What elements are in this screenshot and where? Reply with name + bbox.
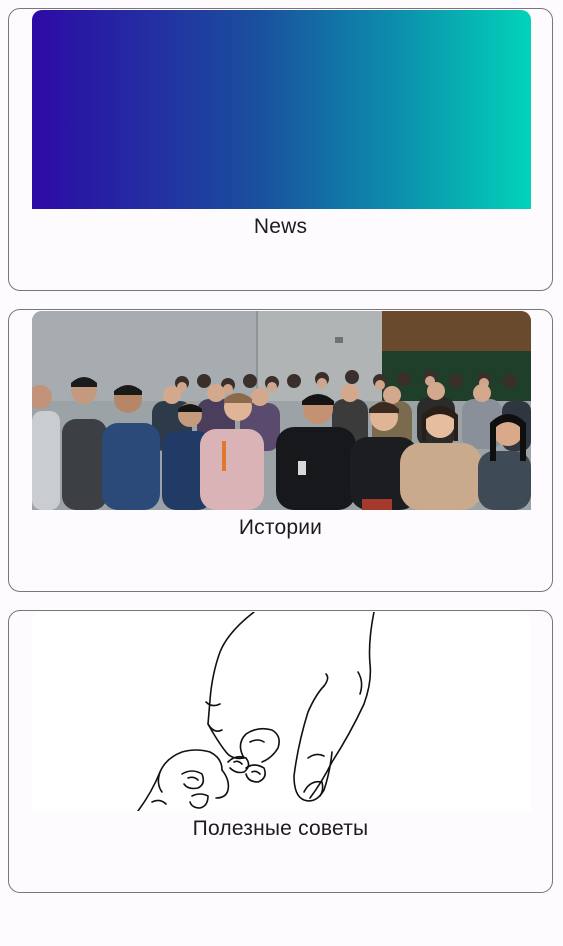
category-card-tips[interactable]: Полезные советы [8, 610, 553, 893]
category-card-news[interactable]: News [8, 8, 553, 291]
category-title: News [253, 215, 308, 238]
category-title: Полезные советы [192, 817, 369, 840]
category-title: Истории [238, 516, 323, 539]
news-banner-image [32, 10, 531, 209]
news-categories-screen: { "cards": [ {"title": "News", "image": … [0, 0, 563, 946]
audience-photo-image [32, 311, 531, 510]
hands-drawing-image [32, 612, 531, 811]
category-card-stories[interactable]: Истории [8, 309, 553, 592]
